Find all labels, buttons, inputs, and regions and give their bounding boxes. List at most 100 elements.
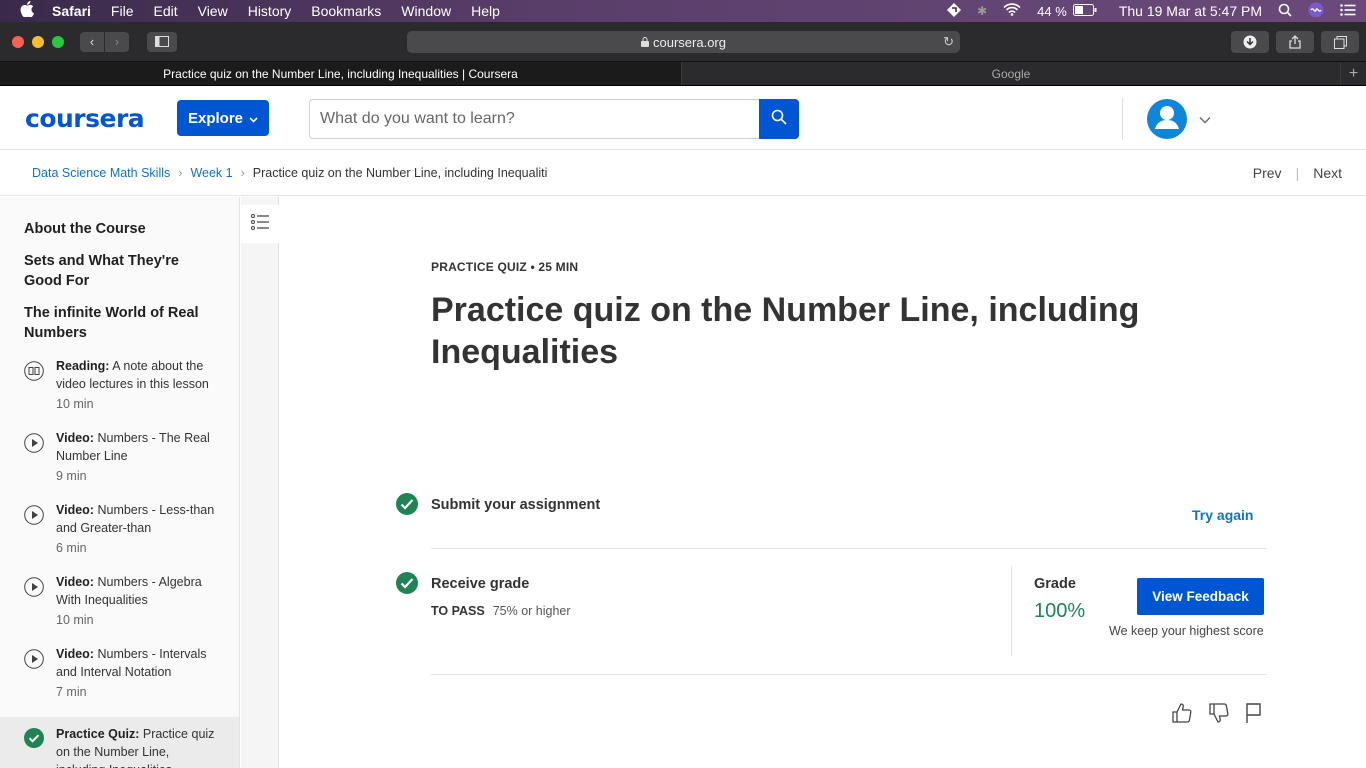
downloads-button[interactable] [1231, 31, 1269, 53]
avatar[interactable] [1147, 99, 1187, 139]
course-sidebar: About the Course Sets and What They're G… [0, 197, 240, 768]
siri-icon[interactable] [1308, 2, 1324, 21]
wifi-icon[interactable] [1003, 3, 1021, 19]
minimize-window-button[interactable] [32, 35, 44, 48]
item-type: Reading: [56, 359, 110, 373]
header-divider [1122, 98, 1123, 140]
explore-label: Explore [187, 109, 244, 127]
sidebar-section-about[interactable]: About the Course [0, 219, 239, 239]
menu-help[interactable]: Help [471, 3, 500, 19]
menu-history[interactable]: History [248, 3, 292, 19]
receive-grade-label: Receive grade [431, 576, 530, 592]
breadcrumb-course-link[interactable]: Data Science Math Skills [32, 166, 170, 180]
item-type: Video: [56, 431, 94, 445]
menu-window[interactable]: Window [401, 3, 451, 19]
notification-center-icon[interactable] [1340, 3, 1356, 19]
menu-edit[interactable]: Edit [153, 3, 177, 19]
play-icon [24, 505, 44, 525]
chevron-right-icon: › [178, 165, 183, 180]
sidebar-item-reading[interactable]: Reading: A note about the video lectures… [0, 357, 239, 429]
sidebar-collapse-strip [241, 197, 279, 768]
zoom-window-button[interactable] [52, 35, 64, 48]
bluetooth-icon[interactable]: ✱ [977, 4, 987, 18]
grade-value: 100% [1034, 600, 1086, 622]
to-pass-label: TO PASS [431, 604, 485, 618]
share-button[interactable] [1276, 31, 1314, 53]
main-content: PRACTICE QUIZ • 25 MIN Practice quiz on … [280, 197, 1366, 768]
submit-assignment-label: Submit your assignment [431, 497, 601, 513]
try-again-link[interactable]: Try again [1192, 507, 1253, 523]
chevron-right-icon: › [240, 165, 245, 180]
forward-button[interactable]: › [105, 31, 129, 52]
thumbs-down-icon[interactable] [1208, 702, 1232, 726]
apple-logo-icon[interactable] [20, 0, 38, 22]
battery-percent[interactable]: 44 % [1037, 4, 1067, 19]
tab-overview-button[interactable] [1321, 31, 1359, 53]
grade-label: Grade [1034, 576, 1076, 592]
item-duration: 6 min [56, 541, 87, 555]
diamond-status-icon[interactable] [947, 2, 962, 20]
check-icon [24, 728, 44, 748]
play-icon [24, 649, 44, 669]
clock[interactable]: Thu 19 Mar at 5:47 PM [1119, 3, 1262, 19]
sidebar-section-real-numbers[interactable]: The infinite World of Real Numbers [0, 303, 239, 343]
flag-icon[interactable] [1244, 702, 1268, 726]
user-icon [1147, 99, 1187, 139]
sidebar-section-sets[interactable]: Sets and What They're Good For [0, 251, 239, 291]
search-input[interactable] [309, 99, 760, 139]
item-duration: 10 min [56, 397, 94, 411]
item-type: Video: [56, 575, 94, 589]
view-feedback-button[interactable]: View Feedback [1137, 578, 1264, 615]
list-icon [251, 213, 269, 235]
menu-file[interactable]: File [111, 3, 134, 19]
item-type: Video: [56, 647, 94, 661]
grade-divider [1011, 566, 1012, 656]
item-type: Video: [56, 503, 94, 517]
prev-next-divider: | [1295, 164, 1300, 181]
url-text: coursera.org [653, 34, 726, 50]
breadcrumb-current: Practice quiz on the Number Line, includ… [252, 165, 548, 180]
explore-button[interactable]: Explore [177, 100, 269, 136]
sidebar-item-video[interactable]: Video: Numbers - The Real Number Line 9 … [0, 429, 239, 501]
item-type: Practice Quiz: [56, 727, 140, 741]
sidebar-item-video[interactable]: Video: Numbers - Less-than and Greater-t… [0, 501, 239, 573]
next-button[interactable]: Next [1313, 165, 1342, 181]
sidebar-item-practice-quiz[interactable]: Practice Quiz: Practice quiz on the Numb… [0, 717, 239, 768]
lock-icon [641, 35, 649, 50]
outline-toggle-button[interactable] [241, 205, 279, 243]
site-header: coursera Explore [0, 86, 1366, 150]
prev-button[interactable]: Prev [1253, 165, 1282, 181]
new-tab-button[interactable]: + [1340, 62, 1366, 85]
item-duration: 7 min [56, 685, 87, 699]
sidebar-toggle-button[interactable] [147, 31, 177, 52]
tab-google[interactable]: Google [682, 62, 1340, 85]
breadcrumb-week-link[interactable]: Week 1 [190, 166, 232, 180]
page-title: Practice quiz on the Number Line, includ… [431, 291, 1140, 371]
sidebar-item-video[interactable]: Video: Numbers - Algebra With Inequaliti… [0, 573, 239, 645]
menu-view[interactable]: View [198, 3, 228, 19]
address-bar[interactable]: coursera.org ↻ [407, 31, 960, 53]
back-button[interactable]: ‹ [80, 31, 104, 52]
menu-app-name[interactable]: Safari [52, 3, 91, 19]
divider [431, 674, 1267, 675]
tab-coursera[interactable]: Practice quiz on the Number Line, includ… [0, 62, 682, 85]
submit-check-icon [396, 493, 418, 515]
play-icon [24, 577, 44, 597]
menu-bookmarks[interactable]: Bookmarks [311, 3, 381, 19]
spotlight-icon[interactable] [1278, 3, 1292, 20]
reload-icon[interactable]: ↻ [943, 34, 954, 50]
sidebar-item-video[interactable]: Video: Numbers - Intervals and Interval … [0, 645, 239, 717]
search-icon [771, 109, 787, 130]
account-chevron-down-icon[interactable] [1199, 113, 1211, 127]
thumbs-up-icon[interactable] [1171, 702, 1195, 726]
to-pass-text: TO PASS 75% or higher [431, 604, 571, 618]
coursera-logo[interactable]: coursera [25, 104, 145, 133]
divider [431, 548, 1267, 549]
highest-score-note: We keep your highest score [1109, 624, 1264, 638]
battery-icon[interactable] [1072, 3, 1097, 19]
item-duration: 10 min [56, 613, 94, 627]
search-button[interactable] [759, 99, 799, 139]
close-window-button[interactable] [12, 35, 24, 48]
book-icon [24, 361, 44, 381]
breadcrumb: Data Science Math Skills › Week 1 › Prac… [0, 150, 1366, 196]
